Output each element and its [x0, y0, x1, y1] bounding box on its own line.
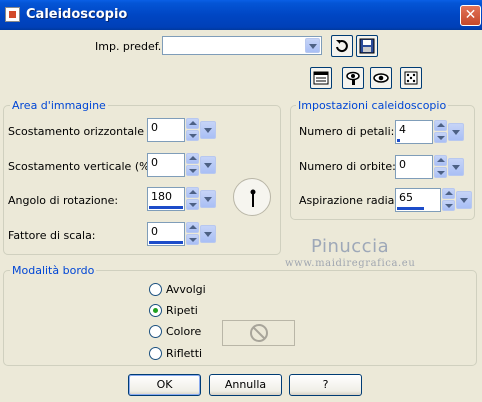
radio-button[interactable]: [149, 283, 162, 296]
app-icon: [5, 7, 20, 22]
value-bar: [397, 207, 424, 210]
title-bar: Caleidoscopio ✕: [0, 0, 482, 30]
cancel-button[interactable]: Annulla: [209, 374, 282, 396]
kaleido-settings-title: Impostazioni caleidoscopio: [296, 99, 449, 112]
auto-proof-button[interactable]: [370, 67, 392, 89]
radio-label-wrap: Avvolgi: [166, 283, 206, 296]
orbits-label: Numero di orbite:: [299, 160, 396, 173]
increment-button[interactable]: [186, 118, 199, 129]
radio-label-repeat: Ripeti: [166, 304, 198, 317]
petals-label: Numero di petali:: [299, 125, 395, 138]
preset-label: Imp. predef.:: [95, 40, 165, 53]
radial-suction-input[interactable]: 65: [395, 188, 441, 212]
radio-button[interactable]: [149, 325, 162, 338]
rotation-label: Angolo di rotazione:: [8, 194, 119, 207]
help-button[interactable]: ?: [289, 374, 362, 396]
save-preset-button[interactable]: [356, 35, 378, 57]
chevron-down-icon[interactable]: [305, 38, 320, 53]
randomize-button[interactable]: [400, 67, 422, 89]
decrement-button[interactable]: [434, 167, 447, 178]
edge-mode-group: [3, 270, 477, 366]
scale-input[interactable]: 0: [147, 222, 185, 246]
refresh-icon: [336, 40, 348, 53]
value-bar: [397, 139, 400, 142]
radio-label-reflect: Rifletti: [166, 347, 203, 360]
increment-button[interactable]: [434, 120, 447, 131]
chevron-down-icon[interactable]: [200, 156, 216, 174]
chevron-down-icon[interactable]: [448, 123, 464, 141]
decrement-button[interactable]: [442, 200, 455, 211]
v-offset-input[interactable]: 0: [147, 153, 185, 177]
chevron-down-icon[interactable]: [456, 191, 472, 209]
ok-button[interactable]: OK: [128, 374, 201, 396]
radio-color[interactable]: Colore: [149, 325, 201, 338]
decrement-button[interactable]: [186, 130, 199, 141]
dice-icon: [404, 71, 418, 85]
chevron-down-icon[interactable]: [448, 158, 464, 176]
radio-button[interactable]: [149, 347, 162, 360]
chevron-down-icon[interactable]: [200, 225, 216, 243]
radio-label-color: Colore: [166, 325, 202, 338]
increment-button[interactable]: [442, 188, 455, 199]
window-icon: [313, 71, 329, 85]
chevron-down-icon[interactable]: [200, 121, 216, 139]
increment-button[interactable]: [434, 155, 447, 166]
rotation-dial[interactable]: [233, 178, 271, 216]
increment-button[interactable]: [186, 222, 199, 233]
petals-input[interactable]: 4: [395, 120, 433, 144]
increment-button[interactable]: [186, 153, 199, 164]
increment-button[interactable]: [186, 187, 199, 198]
watermark-url: www.maidiregrafica.eu: [285, 258, 416, 269]
radial-suction-label: Aspirazione radiale:: [299, 194, 408, 207]
close-button[interactable]: ✕: [460, 5, 481, 26]
decrement-button[interactable]: [186, 199, 199, 210]
reset-preset-button[interactable]: [331, 35, 353, 57]
watermark-name: Pinuccia: [311, 236, 390, 257]
h-offset-label: Scostamento orizzontale (%):: [8, 125, 171, 138]
h-offset-input[interactable]: 0: [147, 118, 185, 142]
color-swatch: [222, 320, 295, 346]
eye-hand-icon: [346, 71, 360, 85]
proof-button[interactable]: [342, 67, 364, 89]
rotation-input[interactable]: 180: [147, 187, 185, 211]
dial-pointer-icon: [250, 189, 256, 207]
edge-mode-title: Modalità bordo: [10, 264, 97, 277]
window-title: Caleidoscopio: [26, 7, 128, 22]
disabled-icon: [249, 324, 268, 342]
radio-wrap[interactable]: Avvolgi: [149, 283, 206, 296]
radio-repeat[interactable]: Ripeti: [149, 304, 198, 317]
v-offset-label: Scostamento verticale (%):: [8, 160, 158, 173]
chevron-down-icon[interactable]: [200, 190, 216, 208]
value-bar: [149, 206, 183, 209]
value-bar: [149, 241, 183, 244]
eye-icon: [373, 73, 389, 83]
preset-select[interactable]: [162, 36, 322, 55]
decrement-button[interactable]: [186, 234, 199, 245]
image-area-title: Area d'immagine: [10, 99, 108, 112]
save-icon: [359, 38, 375, 54]
orbits-input[interactable]: 0: [395, 155, 433, 179]
scale-label: Fattore di scala:: [8, 229, 96, 242]
decrement-button[interactable]: [434, 132, 447, 143]
dialog-options-button[interactable]: [310, 67, 332, 89]
radio-button[interactable]: [149, 304, 162, 317]
decrement-button[interactable]: [186, 165, 199, 176]
radio-reflect[interactable]: Rifletti: [149, 347, 202, 360]
